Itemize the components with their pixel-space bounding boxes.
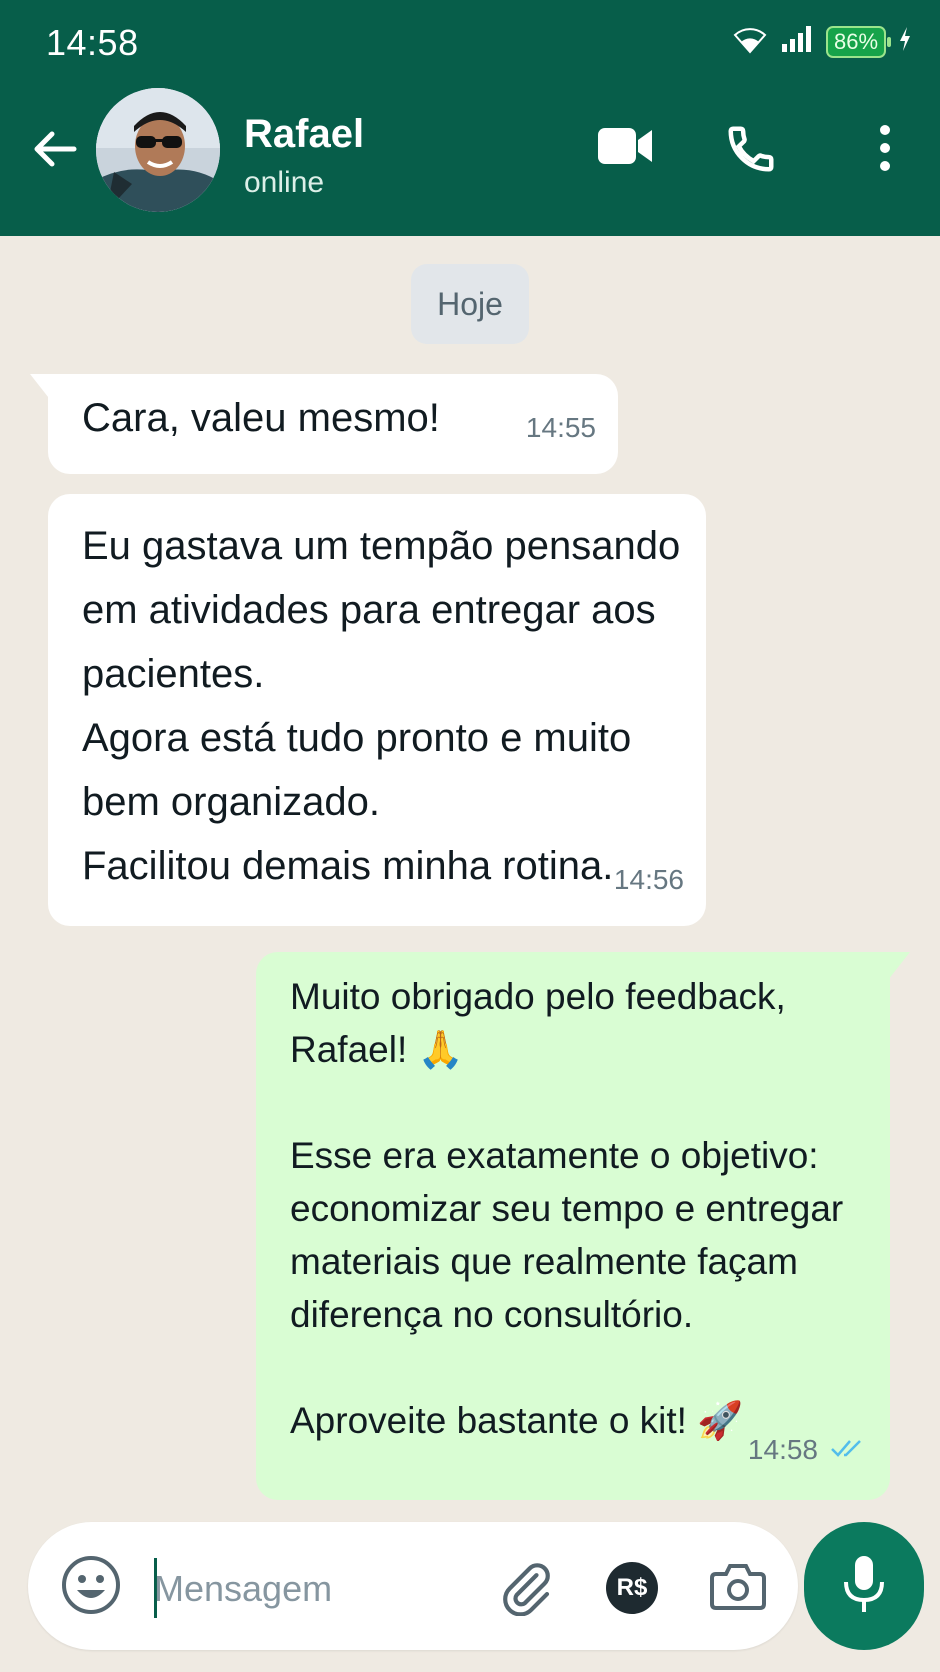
message-time: 14:55 [525,412,596,443]
outgoing-message[interactable]: Muito obrigado pelo feedback, Rafael! 🙏 … [256,952,890,1500]
message-text: Muito obrigado pelo feedback, Rafael! 🙏 … [290,976,844,1441]
contact-status: online [244,166,325,199]
incoming-message[interactable]: Eu gastava um tempão pensando em ativida… [48,494,706,926]
message-composer: R$ [28,1522,798,1650]
message-text: Cara, valeu mesmo! [82,396,440,440]
battery-icon: 86% [826,25,891,58]
double-check-icon [830,1414,866,1478]
status-time: 14:58 [46,22,139,63]
contact-name[interactable]: Rafael [244,112,364,157]
message-input[interactable] [154,1564,484,1614]
signal-icon [780,24,814,59]
back-arrow-icon[interactable] [30,124,80,174]
mic-button[interactable] [804,1522,924,1650]
camera-icon[interactable] [710,1560,766,1617]
mic-icon [841,1554,887,1619]
chat-header: 14:58 86% Rafael online [0,0,940,236]
phone-icon[interactable] [724,122,778,181]
video-call-icon[interactable] [596,122,656,175]
message-time: 14:58 [747,1434,818,1465]
message-time: 14:56 [613,864,684,895]
status-icons: 86% [732,24,912,59]
payment-icon[interactable]: R$ [606,1562,658,1614]
charging-icon [898,26,912,57]
bubble-tail [888,952,910,980]
contact-avatar[interactable] [96,88,220,212]
message-text: Eu gastava um tempão pensando em ativida… [82,524,681,888]
incoming-message[interactable]: Cara, valeu mesmo! 14:55 [48,374,618,474]
date-separator: Hoje [411,264,529,344]
more-options-icon[interactable] [874,122,896,179]
emoji-icon[interactable] [60,1554,122,1621]
wifi-icon [732,24,768,59]
attach-icon[interactable] [498,1560,554,1621]
